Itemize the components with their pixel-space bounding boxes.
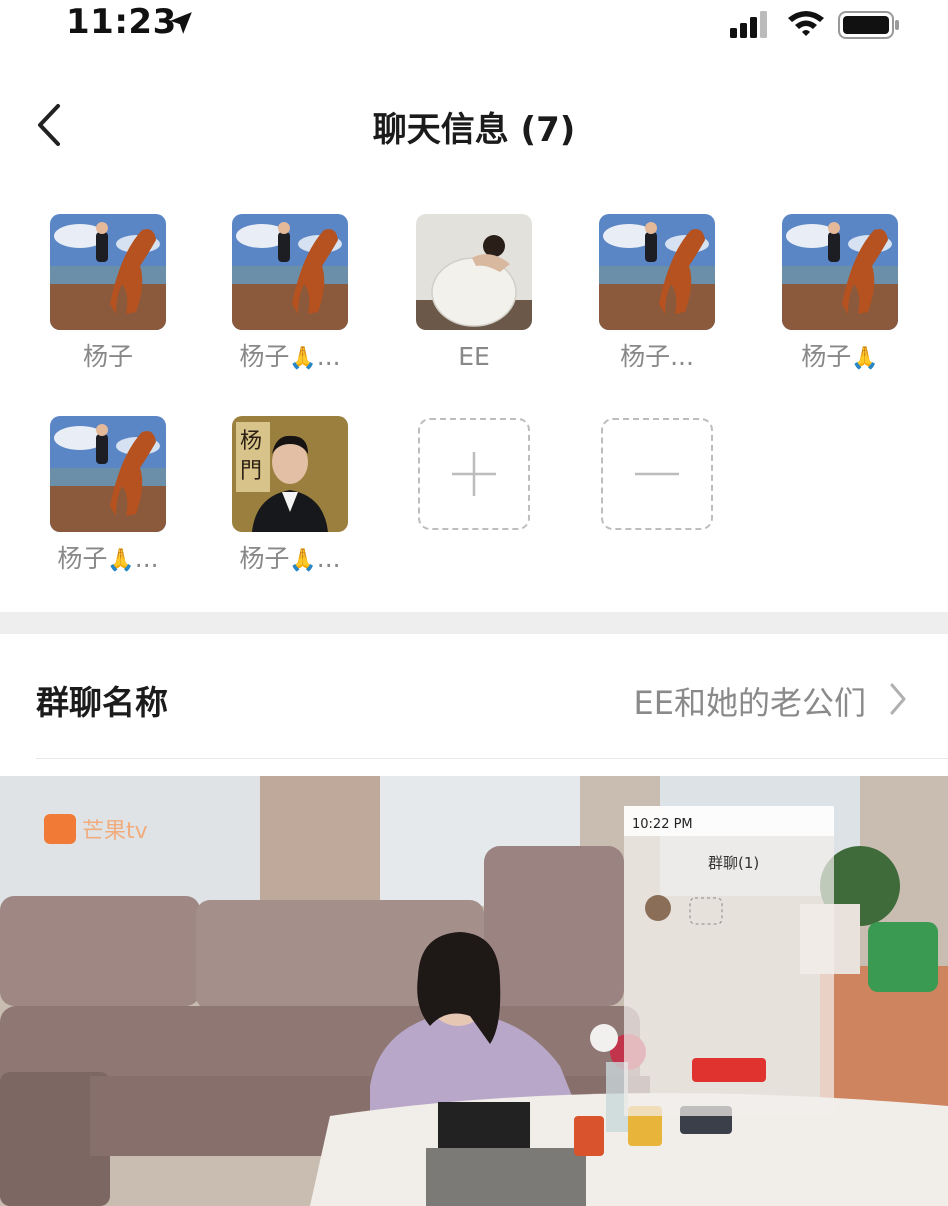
- member-name: 杨子...: [620, 342, 694, 371]
- horse-rider-avatar: [782, 214, 898, 330]
- overlay-title: 群聊(1): [708, 854, 759, 872]
- member-name: 杨子: [82, 342, 133, 371]
- member-item[interactable]: EE: [394, 200, 554, 374]
- member-item[interactable]: 杨子🙏: [760, 200, 920, 374]
- add-member-icon: [452, 452, 496, 496]
- location-arrow-icon: [170, 12, 192, 34]
- woman-in-egg-avatar: [416, 214, 532, 330]
- member-item[interactable]: 杨子🙏...: [28, 402, 188, 576]
- row-separator: [36, 758, 948, 759]
- horse-rider-avatar: [50, 214, 166, 330]
- cellular-signal-icon: [730, 11, 767, 38]
- man-in-suit-avatar: 杨 門: [232, 416, 348, 532]
- svg-text:杨: 杨: [240, 429, 262, 454]
- member-name: 杨子🙏: [801, 342, 879, 371]
- horse-rider-avatar: [50, 416, 166, 532]
- overlay-time: 10:22 PM: [632, 817, 693, 832]
- praying-hands-emoji: 🙏: [107, 548, 135, 573]
- member-item[interactable]: 杨子🙏...: [210, 200, 370, 374]
- member-item[interactable]: 杨子...: [577, 200, 737, 374]
- group-name-label: 群聊名称: [36, 683, 168, 722]
- tv-show-screenshot: 芒果tv 10:22 PM 群聊(1): [0, 776, 948, 1206]
- member-item[interactable]: 杨 門 杨子🙏...: [210, 402, 370, 576]
- remove-member-button[interactable]: [577, 402, 737, 530]
- add-member-box[interactable]: [418, 418, 530, 530]
- add-member-button[interactable]: [394, 402, 554, 530]
- status-time: 11:23: [66, 2, 177, 42]
- page-title: 聊天信息 (7): [372, 110, 576, 150]
- section-divider: [0, 612, 948, 634]
- member-name: EE: [458, 342, 490, 371]
- remove-member-box[interactable]: [601, 418, 713, 530]
- group-name-value: EE和她的老公们: [633, 684, 866, 722]
- member-grid: 杨子 杨子🙏... EE 杨子... 杨子🙏 杨子🙏... 杨 門 杨子🙏...: [0, 200, 948, 600]
- video-logo-text: 芒果tv: [82, 819, 148, 844]
- horse-rider-avatar: [232, 214, 348, 330]
- chevron-right-icon: [890, 683, 906, 715]
- member-item[interactable]: 杨子: [28, 200, 188, 374]
- member-name: 杨子🙏...: [239, 544, 341, 573]
- member-name: 杨子🙏...: [57, 544, 159, 573]
- battery-icon: [838, 11, 899, 39]
- praying-hands-emoji: 🙏: [289, 346, 317, 371]
- svg-text:門: 門: [240, 459, 262, 484]
- navigation-bar: 聊天信息 (7): [0, 80, 948, 170]
- wifi-icon: [788, 11, 824, 36]
- status-bar: 11:23: [0, 0, 948, 50]
- group-name-row[interactable]: 群聊名称 EE和她的老公们: [0, 640, 948, 758]
- horse-rider-avatar: [599, 214, 715, 330]
- remove-member-icon: [635, 472, 679, 476]
- member-name: 杨子🙏...: [239, 342, 341, 371]
- praying-hands-emoji: 🙏: [289, 548, 317, 573]
- praying-hands-emoji: 🙏: [851, 346, 879, 371]
